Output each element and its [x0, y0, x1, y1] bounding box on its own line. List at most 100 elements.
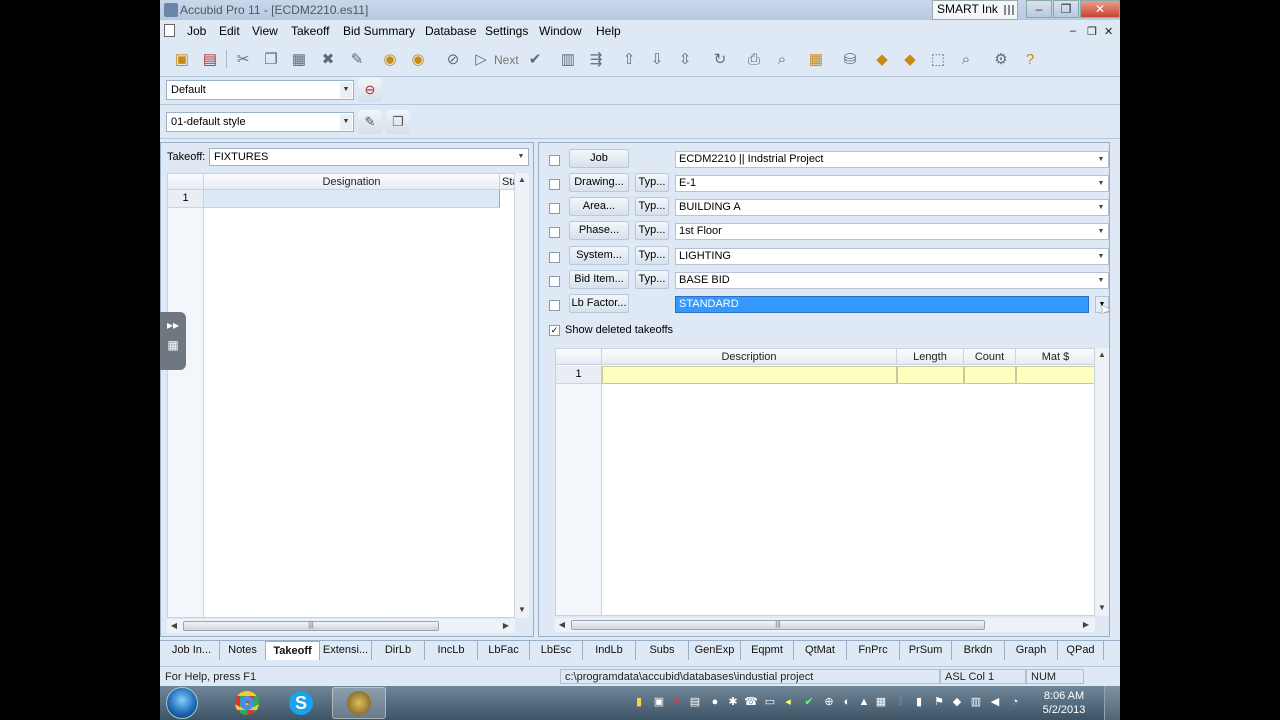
- tool-a-icon[interactable]: ◆: [871, 48, 893, 70]
- drawing-field[interactable]: E-1 ▼: [675, 175, 1109, 192]
- area-type-button[interactable]: Typ...: [635, 197, 669, 216]
- drawing-type-button[interactable]: Typ...: [635, 173, 669, 192]
- scroll-right-icon[interactable]: ▶: [499, 621, 513, 630]
- scroll-left-icon[interactable]: ◀: [555, 620, 569, 629]
- start-button[interactable]: [166, 687, 198, 719]
- column-header-count[interactable]: Count: [964, 349, 1016, 365]
- tab-qpad[interactable]: QPad: [1058, 641, 1104, 660]
- menu-edit[interactable]: Edit: [219, 24, 240, 38]
- tab-dirlb[interactable]: DirLb: [372, 641, 425, 660]
- preview-icon[interactable]: ⌕: [771, 48, 793, 70]
- prev-icon[interactable]: ◉: [379, 48, 401, 70]
- speaker-icon[interactable]: ◀: [988, 695, 1002, 709]
- bid-item-field[interactable]: BASE BID ▼: [675, 272, 1109, 289]
- tab-eqpmt[interactable]: Eqpmt: [741, 641, 794, 660]
- tray-shield-icon[interactable]: ▮: [632, 695, 646, 709]
- taskbar-chrome[interactable]: [220, 687, 274, 719]
- tool-c-icon[interactable]: ⬚: [927, 48, 949, 70]
- mdi-close-button[interactable]: ✕: [1104, 25, 1113, 38]
- scroll-thumb[interactable]: |||: [183, 621, 439, 631]
- phase-field[interactable]: 1st Floor ▼: [675, 223, 1109, 240]
- lb-factor-button[interactable]: Lb Factor...: [569, 294, 629, 313]
- play-icon[interactable]: ▷: [470, 48, 492, 70]
- tray-monitor-icon[interactable]: ▭: [763, 695, 777, 709]
- chevron-down-icon[interactable]: ▼: [1095, 177, 1107, 190]
- restore-button[interactable]: ❐: [1053, 0, 1079, 18]
- style-selector[interactable]: 01-default style ▼: [166, 112, 354, 132]
- tab-notes[interactable]: Notes: [220, 641, 266, 660]
- tab-indlb[interactable]: IndLb: [583, 641, 636, 660]
- delete-icon[interactable]: ✖: [317, 48, 339, 70]
- menu-takeoff[interactable]: Takeoff: [291, 24, 329, 38]
- bluetooth-icon[interactable]: ᛒ: [894, 695, 908, 709]
- tray-pdf-icon[interactable]: ▤: [688, 695, 702, 709]
- menu-settings[interactable]: Settings: [485, 24, 528, 38]
- taskbar-accubid[interactable]: [332, 687, 386, 719]
- column-header-description[interactable]: Description: [602, 349, 897, 365]
- tab-qtmat[interactable]: QtMat: [794, 641, 847, 660]
- tab-inclb[interactable]: IncLb: [425, 641, 478, 660]
- tray-phone-icon[interactable]: ☎: [744, 695, 758, 709]
- tray-smart2-icon[interactable]: ◐: [840, 695, 854, 709]
- scroll-right-icon[interactable]: ▶: [1079, 620, 1093, 629]
- next-arrow-icon[interactable]: ◉: [407, 48, 429, 70]
- next-label[interactable]: Next: [494, 53, 519, 67]
- menu-job[interactable]: Job: [187, 24, 206, 38]
- tab-extensions[interactable]: Extensi...: [320, 641, 372, 660]
- tray-dropbox-icon[interactable]: ◆: [950, 695, 964, 709]
- cut-icon[interactable]: ✂: [232, 48, 254, 70]
- chevron-down-icon[interactable]: ▼: [1095, 274, 1107, 287]
- check-icon[interactable]: ✔: [524, 48, 546, 70]
- smart-ink-toolbar[interactable]: SMART Ink: [932, 0, 1018, 20]
- phase-checkbox[interactable]: [549, 227, 560, 238]
- system-type-button[interactable]: Typ...: [635, 246, 669, 265]
- job-field[interactable]: ECDM2210 || Indstrial Project ▼: [675, 151, 1109, 168]
- lb-factor-checkbox[interactable]: [549, 300, 560, 311]
- chevron-down-icon[interactable]: ▼: [1095, 201, 1107, 214]
- system-field[interactable]: LIGHTING ▼: [675, 248, 1109, 265]
- document-icon[interactable]: [164, 24, 175, 37]
- tab-subs[interactable]: Subs: [636, 641, 689, 660]
- takeoff-select[interactable]: FIXTURES ▼: [209, 148, 529, 166]
- column-header-status[interactable]: Sta: [500, 174, 514, 190]
- left-horizontal-scrollbar[interactable]: ◀ ||| ▶: [167, 619, 515, 633]
- tray-wifi-icon[interactable]: ▥: [969, 695, 983, 709]
- lb-factor-field[interactable]: STANDARD: [675, 296, 1089, 313]
- chevron-down-icon[interactable]: ▼: [340, 114, 352, 130]
- close-button[interactable]: ✕: [1080, 0, 1120, 18]
- tray-ink-icon[interactable]: ▲: [857, 695, 871, 709]
- system-checkbox[interactable]: [549, 252, 560, 263]
- down-arrow-icon[interactable]: ⇩: [646, 48, 668, 70]
- copy-icon[interactable]: ❐: [260, 48, 282, 70]
- title-bar[interactable]: Accubid Pro 11 - [ECDM2210.es11] SMART I…: [160, 0, 1120, 20]
- style-copy-icon[interactable]: ❐: [386, 110, 410, 134]
- scroll-down-icon[interactable]: ▼: [1095, 603, 1109, 612]
- calculator-icon[interactable]: ▦: [805, 48, 827, 70]
- column-header-mat[interactable]: Mat $: [1016, 349, 1094, 365]
- edit-icon[interactable]: ✎: [346, 48, 368, 70]
- paste-icon[interactable]: ▦: [288, 48, 310, 70]
- style-edit-icon[interactable]: ✎: [358, 110, 382, 134]
- bid-item-type-button[interactable]: Typ...: [635, 270, 669, 289]
- tool-d-icon[interactable]: ⌕: [955, 48, 977, 70]
- flag-icon[interactable]: ⚑: [932, 695, 946, 709]
- settings-icon[interactable]: ⚙: [990, 48, 1012, 70]
- count-cell[interactable]: [964, 366, 1016, 384]
- taskbar-clock[interactable]: 8:06 AM 5/2/2013: [1036, 689, 1092, 717]
- tray-smart-icon[interactable]: ⊕: [822, 695, 836, 709]
- refresh-icon[interactable]: ↻: [709, 48, 731, 70]
- chevron-down-icon[interactable]: ▼: [340, 82, 352, 98]
- right-vertical-scrollbar[interactable]: ▲ ▼: [1095, 348, 1109, 616]
- style-delete-icon[interactable]: ⊖: [358, 78, 382, 102]
- assembly-icon[interactable]: ▥: [557, 48, 579, 70]
- scroll-left-icon[interactable]: ◀: [167, 621, 181, 630]
- job-info-icon[interactable]: ▤: [199, 48, 221, 70]
- area-checkbox[interactable]: [549, 203, 560, 214]
- scroll-up-icon[interactable]: ▲: [1095, 350, 1109, 359]
- job-button[interactable]: Job: [569, 149, 629, 168]
- job-checkbox[interactable]: [549, 155, 560, 166]
- drawing-checkbox[interactable]: [549, 179, 560, 190]
- expand-icon[interactable]: ⇳: [674, 48, 696, 70]
- takeoff-items-grid[interactable]: Description Length Count Mat $ 1: [555, 348, 1095, 616]
- scroll-thumb[interactable]: |||: [571, 620, 985, 630]
